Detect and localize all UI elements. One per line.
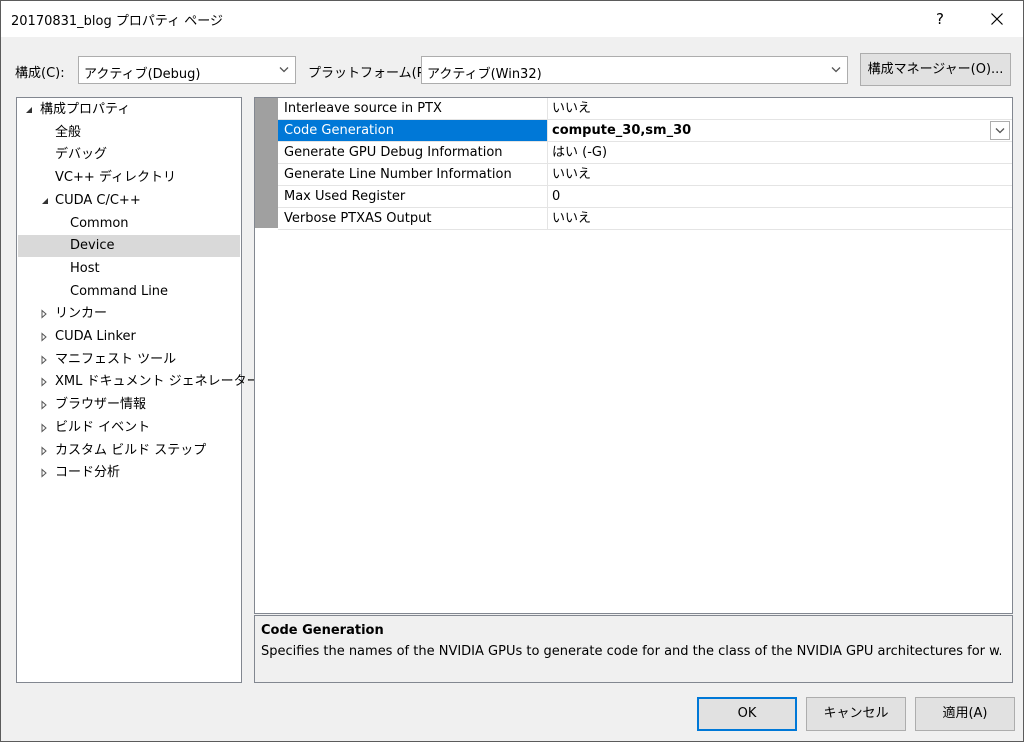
- property-value[interactable]: はい (-G): [548, 142, 1012, 163]
- tree-item[interactable]: ビルド イベント: [18, 417, 240, 439]
- expanded-arrow-icon[interactable]: [24, 105, 34, 115]
- tree-item[interactable]: XML ドキュメント ジェネレーター: [18, 371, 260, 393]
- close-icon: [991, 13, 1003, 25]
- tree-item[interactable]: VC++ ディレクトリ: [18, 167, 240, 189]
- property-value[interactable]: いいえ: [548, 98, 1012, 119]
- property-name: Max Used Register: [278, 186, 548, 207]
- platform-label: プラットフォーム(P):: [308, 66, 434, 81]
- tree-item-label: マニフェスト ツール: [55, 351, 177, 367]
- collapsed-arrow-icon[interactable]: [39, 400, 49, 410]
- tree-item[interactable]: 全般: [18, 122, 240, 144]
- property-row[interactable]: Verbose PTXAS Output いいえ: [278, 208, 1012, 230]
- cancel-button[interactable]: キャンセル: [806, 697, 906, 731]
- property-value[interactable]: compute_30,sm_30: [548, 120, 1012, 141]
- tree-item-label: コード分析: [55, 465, 121, 481]
- tree-item[interactable]: リンカー: [18, 303, 240, 325]
- ok-button[interactable]: OK: [697, 697, 797, 731]
- tree-item[interactable]: ブラウザー情報: [18, 394, 240, 416]
- property-name: Verbose PTXAS Output: [278, 208, 548, 229]
- expanded-arrow-icon[interactable]: [40, 196, 50, 206]
- description-title: Code Generation: [261, 623, 384, 638]
- grid-gutter: [255, 98, 278, 228]
- collapsed-arrow-icon[interactable]: [39, 468, 49, 478]
- property-row[interactable]: Interleave source in PTX いいえ: [278, 98, 1012, 120]
- collapsed-arrow-icon[interactable]: [39, 355, 49, 365]
- property-name: Generate GPU Debug Information: [278, 142, 548, 163]
- platform-select[interactable]: アクティブ(Win32): [421, 56, 848, 84]
- configuration-label: 構成(C):: [15, 66, 65, 81]
- property-row[interactable]: Generate GPU Debug Information はい (-G): [278, 142, 1012, 164]
- tree-item-label: XML ドキュメント ジェネレーター: [55, 374, 260, 390]
- description-text: Specifies the names of the NVIDIA GPUs t…: [261, 644, 1001, 659]
- tree-item[interactable]: カスタム ビルド ステップ: [18, 440, 240, 462]
- tree-item[interactable]: CUDA C/C++: [18, 190, 240, 212]
- window-title: 20170831_blog プロパティ ページ: [11, 14, 223, 29]
- tree-item-label: 全般: [55, 124, 82, 140]
- configuration-select[interactable]: アクティブ(Debug): [78, 56, 296, 84]
- tree-item-label: デバッグ: [55, 147, 108, 163]
- property-tree: 構成プロパティ全般デバッグ VC++ ディレクトリ CUDA C/C++ Common…: [16, 97, 260, 683]
- tree-item-label: VC++ ディレクトリ: [55, 170, 176, 186]
- description-panel: Code Generation Specifies the names of t…: [254, 615, 1013, 683]
- configuration-value: アクティブ(Debug): [84, 67, 201, 82]
- property-name: Generate Line Number Information: [278, 164, 548, 185]
- tree-item[interactable]: デバッグ: [18, 144, 240, 166]
- help-button[interactable]: ?: [917, 1, 963, 37]
- tree-item[interactable]: マニフェスト ツール: [18, 349, 240, 371]
- property-value[interactable]: いいえ: [548, 164, 1012, 185]
- tree-item[interactable]: Host: [18, 258, 240, 280]
- property-grid: Interleave source in PTX いいえ Code Generati…: [254, 97, 1013, 614]
- property-row[interactable]: Max Used Register 0: [278, 186, 1012, 208]
- tree-item[interactable]: Common: [18, 213, 240, 235]
- tree-item[interactable]: コード分析: [18, 462, 240, 484]
- collapsed-arrow-icon[interactable]: [39, 377, 49, 387]
- close-button[interactable]: [971, 1, 1023, 37]
- tree-item-label: ブラウザー情報: [55, 397, 147, 413]
- property-row[interactable]: Generate Line Number Information いいえ: [278, 164, 1012, 186]
- collapsed-arrow-icon[interactable]: [39, 332, 49, 342]
- chevron-down-icon: [995, 128, 1005, 134]
- tree-item[interactable]: CUDA Linker: [18, 326, 240, 348]
- chevron-down-icon: [831, 67, 841, 73]
- property-value[interactable]: いいえ: [548, 208, 1012, 229]
- tree-item[interactable]: Device: [18, 235, 240, 258]
- tree-item-label: 構成プロパティ: [40, 102, 131, 117]
- collapsed-arrow-icon[interactable]: [39, 309, 49, 319]
- tree-item[interactable]: 構成プロパティ: [18, 99, 240, 121]
- tree-item-label: Host: [70, 260, 100, 276]
- title-bar: 20170831_blog プロパティ ページ ?: [1, 1, 1023, 37]
- property-row[interactable]: Code Generation compute_30,sm_30: [278, 120, 1012, 142]
- tree-item-label: リンカー: [55, 306, 108, 322]
- property-pages-dialog: 20170831_blog プロパティ ページ ? 構成(C): アクティブ(D…: [0, 0, 1024, 742]
- configuration-manager-button[interactable]: 構成マネージャー(O)...: [860, 53, 1011, 86]
- tree-item-label: Device: [70, 238, 115, 254]
- tree-item[interactable]: Command Line: [18, 281, 240, 303]
- tree-item-label: CUDA Linker: [55, 329, 136, 344]
- property-value[interactable]: 0: [548, 186, 1012, 207]
- apply-button[interactable]: 適用(A): [915, 697, 1015, 731]
- property-name: Interleave source in PTX: [278, 98, 548, 119]
- tree-item-label: ビルド イベント: [55, 419, 151, 435]
- property-name: Code Generation: [278, 120, 548, 141]
- collapsed-arrow-icon[interactable]: [39, 445, 49, 456]
- tree-item-label: Command Line: [70, 283, 169, 299]
- chevron-down-icon: [279, 67, 289, 73]
- platform-value: アクティブ(Win32): [427, 67, 542, 82]
- collapsed-arrow-icon[interactable]: [39, 423, 49, 433]
- tree-item-label: Common: [70, 215, 129, 231]
- property-dropdown-button[interactable]: [990, 121, 1010, 140]
- tree-item-label: カスタム ビルド ステップ: [55, 442, 207, 458]
- tree-item-label: CUDA C/C++: [55, 192, 141, 208]
